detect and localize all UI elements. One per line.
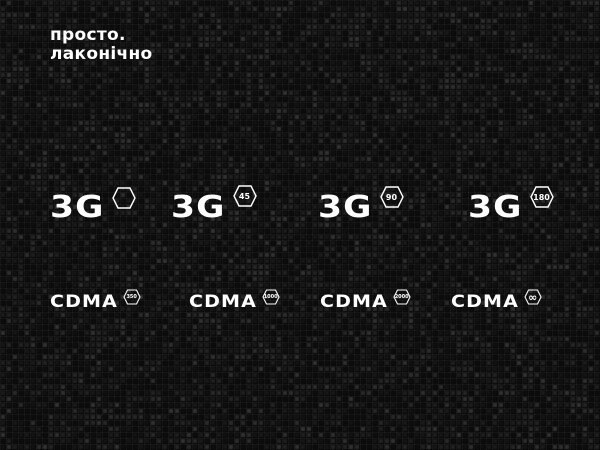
logo-cdma-infinity: CDMA ∞: [451, 289, 542, 312]
logo-3g-45: 3G 45: [171, 185, 257, 225]
hexagon-badge-icon: [111, 187, 136, 209]
hexagon-badge-label: 350: [126, 294, 137, 300]
hexagon-badge-icon: 1000: [262, 289, 280, 305]
hexagon-badge-label: 90: [385, 192, 398, 202]
hexagon-badge-label: 1000: [263, 294, 278, 300]
logo-cdma-text: CDMA: [50, 292, 118, 312]
logo-cdma-text: CDMA: [189, 292, 257, 312]
hexagon-badge-icon: 90: [379, 186, 404, 208]
logo-cdma-350: CDMA 350: [50, 289, 141, 312]
logo-3g-text: 3G: [318, 190, 373, 225]
hexagon-badge-label: 45: [238, 191, 251, 201]
logo-3g-plain: 3G: [50, 187, 136, 225]
logo-3g-90: 3G 90: [318, 186, 404, 225]
tagline-line-2: лаконічно: [50, 44, 153, 64]
logo-3g-180: 3G 180: [468, 186, 554, 225]
tagline: просто. лаконічно: [50, 26, 153, 64]
logo-cdma-1000: CDMA 1000: [189, 289, 280, 312]
logo-cdma-text: CDMA: [320, 292, 388, 312]
logo-cdma-2000: CDMA 2000: [320, 289, 411, 312]
hexagon-badge-icon: 45: [232, 185, 257, 207]
hexagon-badge-label: 180: [533, 192, 550, 202]
hexagon-badge-label: 2000: [394, 294, 409, 300]
logo-3g-text: 3G: [171, 190, 226, 225]
pixel-noise-background: [0, 0, 600, 450]
hexagon-badge-label: [112, 187, 136, 209]
hexagon-badge-icon: ∞: [524, 289, 542, 305]
hexagon-badge-icon: 180: [529, 186, 554, 208]
hexagon-badge-icon: 2000: [393, 289, 411, 305]
logo-cdma-text: CDMA: [451, 292, 519, 312]
tagline-line-1: просто.: [50, 25, 126, 45]
infinity-icon: ∞: [528, 290, 538, 304]
logo-3g-text: 3G: [468, 190, 523, 225]
canvas: просто. лаконічно 3G 3G 45 3G 90 3G 180 …: [0, 0, 600, 450]
hexagon-badge-icon: 350: [123, 289, 141, 305]
logo-3g-text: 3G: [50, 190, 105, 225]
